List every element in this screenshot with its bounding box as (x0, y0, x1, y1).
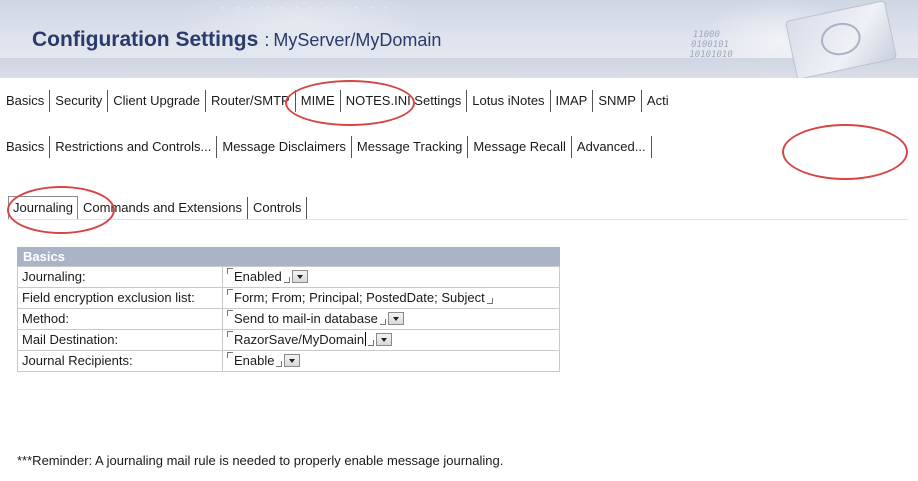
field-label: Field encryption exclusion list: (17, 287, 223, 309)
tabs-level1: Basics Security Client Upgrade Router/SMTP M… (4, 90, 674, 120)
journaling-value: Enabled (234, 269, 282, 284)
table-row: Mail Destination: RazorSave/MyDomain (17, 329, 560, 351)
field-encryption-exclusion-value: Form; From; Principal; PostedDate; Subje… (234, 290, 485, 305)
subtab-basics[interactable]: Basics (4, 136, 51, 158)
page-title-main: Configuration Settings (32, 28, 259, 51)
field-bracket-icon (227, 289, 233, 295)
field-bracket-icon (379, 319, 386, 325)
table-row: Field encryption exclusion list: Form; F… (17, 287, 560, 309)
tabs-level2: Basics Restrictions and Controls... Messag… (4, 136, 652, 166)
header-banner: · · · · · · · · · · · · 11000 0100101 10… (0, 0, 918, 78)
dropdown-arrow-icon[interactable] (376, 333, 393, 346)
tab-imap[interactable]: IMAP (551, 90, 594, 112)
field-bracket-icon (227, 310, 233, 316)
table-row: Journal Recipients: Enable (17, 350, 560, 372)
field-bracket-icon (227, 352, 233, 358)
text-cursor (365, 332, 367, 346)
subtab-message-disclaimers[interactable]: Message Disclaimers (217, 136, 352, 158)
page-title-server: MyServer/MyDomain (273, 30, 442, 50)
field-label: Method: (17, 308, 223, 330)
field-encryption-exclusion-field[interactable]: Form; From; Principal; PostedDate; Subje… (227, 289, 514, 306)
mail-destination-field[interactable]: RazorSave/MyDomain (227, 331, 375, 348)
tabs-level3: Journaling Commands and Extensions Control… (8, 196, 308, 226)
annotation-ring-advanced (782, 124, 908, 180)
section-heading: Basics (17, 247, 560, 266)
journal-recipients-field[interactable]: Enable (227, 352, 283, 369)
tab-notes-ini-settings[interactable]: NOTES.INI Settings (341, 90, 468, 112)
field-label: Journal Recipients: (17, 350, 223, 372)
tab-basics[interactable]: Basics (4, 90, 51, 112)
mail-destination-value: RazorSave/MyDomain (234, 332, 365, 347)
journal-recipients-value: Enable (234, 353, 275, 368)
journaling-settings-table: Journaling: Enabled Field encryption exc… (17, 266, 560, 372)
field-bracket-icon (283, 277, 290, 283)
subtab-controls[interactable]: Controls (248, 197, 308, 219)
subtab-message-recall[interactable]: Message Recall (468, 136, 572, 158)
dropdown-arrow-icon[interactable] (291, 270, 308, 283)
field-bracket-icon (227, 268, 233, 274)
dropdown-arrow-icon[interactable] (387, 312, 404, 325)
tab-activity[interactable]: Acti (642, 90, 674, 112)
tab-security[interactable]: Security (50, 90, 109, 112)
subtab-advanced[interactable]: Advanced... (572, 136, 652, 158)
field-bracket-icon (276, 361, 283, 367)
subtab-restrictions-and-controls[interactable]: Restrictions and Controls... (50, 136, 218, 158)
subtab-commands-and-extensions[interactable]: Commands and Extensions (78, 197, 248, 219)
field-bracket-icon (486, 298, 493, 304)
subtab-message-tracking[interactable]: Message Tracking (352, 136, 469, 158)
field-value-cell: RazorSave/MyDomain (222, 329, 560, 351)
field-label: Journaling: (17, 266, 223, 288)
banner-decoration: · · · · · · · · · · · · (220, 4, 391, 14)
dropdown-arrow-icon[interactable] (284, 354, 301, 367)
tab-router-smtp[interactable]: Router/SMTP (206, 90, 296, 112)
tab-client-upgrade[interactable]: Client Upgrade (108, 90, 206, 112)
journaling-field[interactable]: Enabled (227, 268, 290, 285)
tab-mime[interactable]: MIME (296, 90, 341, 112)
table-row: Journaling: Enabled (17, 266, 560, 288)
tab-snmp[interactable]: SNMP (593, 90, 642, 112)
field-value-cell: Send to mail-in database (222, 308, 560, 330)
banner-logo-icon (817, 19, 864, 59)
field-value-cell: Form; From; Principal; PostedDate; Subje… (222, 287, 560, 309)
page-title: Configuration Settings: MyServer/MyDomain (32, 28, 441, 52)
field-value-cell: Enabled (222, 266, 560, 288)
field-label: Mail Destination: (17, 329, 223, 351)
tab-divider (8, 219, 908, 220)
field-bracket-icon (368, 340, 375, 346)
field-bracket-icon (227, 331, 233, 337)
subtab-journaling[interactable]: Journaling (8, 196, 78, 219)
method-field[interactable]: Send to mail-in database (227, 310, 386, 327)
tab-lotus-inotes[interactable]: Lotus iNotes (467, 90, 551, 112)
reminder-note: ***Reminder: A journaling mail rule is n… (17, 453, 504, 468)
table-row: Method: Send to mail-in database (17, 308, 560, 330)
page-title-separator: : (264, 30, 270, 50)
basics-section: Basics Journaling: Enabled Field encrypt… (17, 247, 560, 372)
method-value: Send to mail-in database (234, 311, 378, 326)
field-value-cell: Enable (222, 350, 560, 372)
